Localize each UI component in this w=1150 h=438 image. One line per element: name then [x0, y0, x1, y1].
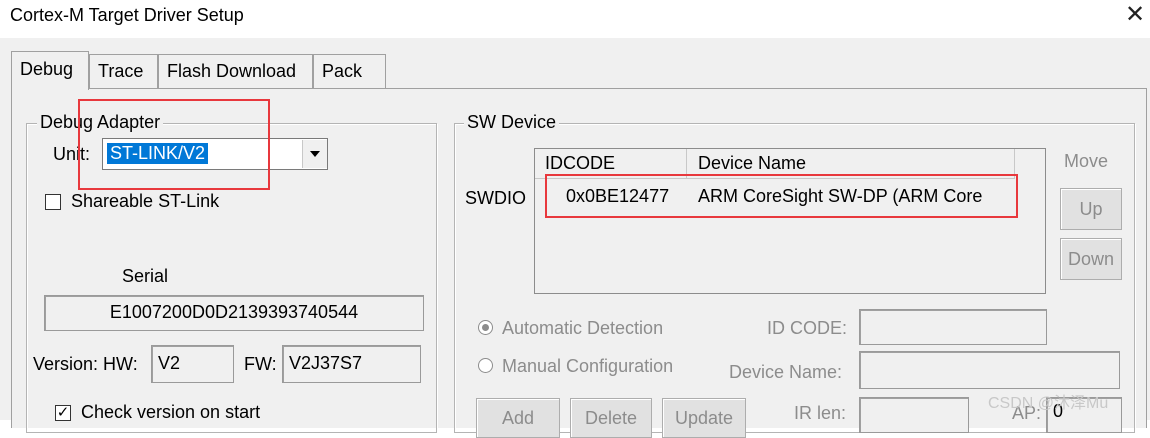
- sw-device-legend: SW Device: [464, 112, 560, 133]
- automatic-detection-radio[interactable]: [478, 320, 493, 335]
- column-header-device-name[interactable]: Device Name: [687, 149, 1015, 179]
- id-code-label: ID CODE:: [767, 318, 848, 338]
- sw-device-table[interactable]: IDCODE Device Name 0x0BE12477 ARM CoreSi…: [534, 148, 1046, 294]
- serial-field: E1007200D0D2139393740544: [44, 295, 424, 331]
- unit-select[interactable]: ST-LINK/V2: [102, 138, 328, 170]
- device-name-input[interactable]: [859, 351, 1120, 389]
- row-device-name: ARM CoreSight SW-DP (ARM Core: [698, 186, 983, 206]
- debug-adapter-legend: Debug Adapter: [37, 112, 164, 133]
- id-code-input[interactable]: [859, 309, 1047, 345]
- delete-button[interactable]: Delete: [570, 398, 652, 438]
- close-icon[interactable]: ✕: [1124, 2, 1146, 28]
- hw-version-field: V2: [151, 345, 234, 383]
- shareable-label: Shareable ST-Link: [71, 191, 220, 211]
- table-header: IDCODE Device Name: [535, 149, 1015, 179]
- chevron-down-icon[interactable]: [302, 140, 327, 168]
- manual-configuration-radio[interactable]: [478, 358, 493, 373]
- device-name-label: Device Name:: [729, 362, 843, 382]
- check-version-checkbox[interactable]: ✓: [55, 405, 71, 421]
- window-title: Cortex-M Target Driver Setup: [10, 5, 244, 25]
- shareable-checkbox[interactable]: [45, 194, 61, 210]
- tab-pack[interactable]: Pack: [313, 54, 386, 88]
- unit-label: Unit:: [53, 144, 91, 164]
- table-row[interactable]: 0x0BE12477 ARM CoreSight SW-DP (ARM Core: [535, 181, 1045, 215]
- down-button[interactable]: Down: [1060, 238, 1122, 280]
- column-header-idcode[interactable]: IDCODE: [535, 149, 687, 179]
- add-button[interactable]: Add: [476, 398, 560, 438]
- up-button[interactable]: Up: [1060, 188, 1122, 230]
- serial-label: Serial: [122, 266, 169, 286]
- move-label: Move: [1064, 151, 1109, 171]
- unit-select-value: ST-LINK/V2: [107, 143, 209, 164]
- version-hw-label: Version: HW:: [33, 354, 138, 374]
- swdio-label: SWDIO: [465, 188, 526, 208]
- fw-label: FW:: [244, 354, 277, 374]
- tab-debug[interactable]: Debug: [11, 51, 89, 90]
- row-idcode: 0x0BE12477: [566, 186, 670, 206]
- ir-len-label: IR len:: [794, 403, 847, 423]
- fw-version-field: V2J37S7: [282, 345, 421, 383]
- tab-flash-download[interactable]: Flash Download: [158, 54, 313, 88]
- update-button[interactable]: Update: [662, 398, 746, 438]
- manual-configuration-label: Manual Configuration: [502, 356, 674, 376]
- ir-len-input[interactable]: [859, 397, 969, 433]
- automatic-detection-label: Automatic Detection: [502, 318, 664, 338]
- tab-trace[interactable]: Trace: [89, 54, 158, 88]
- watermark: CSDN @沐泽Mu: [988, 395, 1109, 412]
